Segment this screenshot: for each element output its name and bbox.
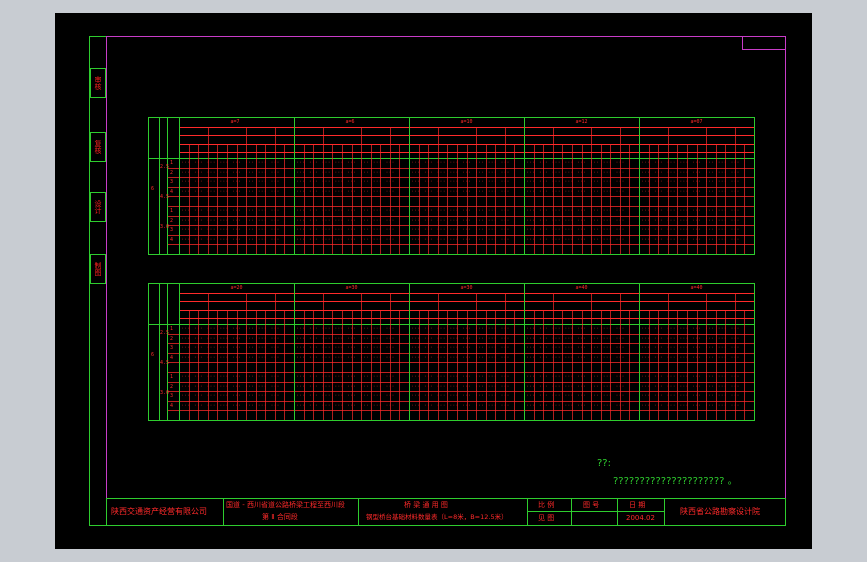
drawing-title-1: 桥 梁 通 用 图 <box>404 501 448 509</box>
side-tab-review: 审核 <box>90 68 106 98</box>
row-index: 3 <box>170 227 174 234</box>
side-tab-draft: 制图 <box>90 254 106 284</box>
material-table-lower: 6 2.5 4.5 3.0 1 2 3 4 1 2 3 4 a=20 ··· ··· ··· ··· ··· ···… <box>148 283 755 421</box>
left-label: 2.5 <box>160 330 170 336</box>
span-header: a=07 <box>690 119 703 125</box>
row-index: 4 <box>170 188 174 195</box>
side-tab-check: 复核 <box>90 132 106 162</box>
side-tab-design: 设计 <box>90 192 106 222</box>
left-label: 4.5 <box>160 360 170 366</box>
span-header: a=12 <box>575 119 588 125</box>
scale-label: 比 例 <box>538 501 555 509</box>
span-header: a=30 <box>345 285 358 291</box>
row-index: 1 <box>170 374 174 380</box>
span-header: a=20 <box>230 285 243 291</box>
row-index: 3 <box>170 393 174 400</box>
row-index: 4 <box>170 354 174 361</box>
side-value: 6 <box>151 352 155 358</box>
row-index: 2 <box>170 383 174 390</box>
drawing-title-2: 钢型桥台基础材料数量表（L=8米，B=12.5米） <box>366 513 508 521</box>
date-value: 2004.02 <box>626 514 655 522</box>
left-label: 3.0 <box>160 224 170 230</box>
row-index: 1 <box>170 326 174 332</box>
span-header: a=6 <box>345 119 355 125</box>
row-index: 4 <box>170 236 174 243</box>
inner-frame <box>106 36 786 526</box>
span-header: a=30 <box>460 285 473 291</box>
side-value: 6 <box>151 186 155 192</box>
designer-name: 陕西省公路勘察设计院 <box>680 507 760 516</box>
scale-value: 见 图 <box>538 514 555 522</box>
sheet-label: 图 号 <box>583 501 600 509</box>
left-label: 4.5 <box>160 194 170 200</box>
span-header: a=40 <box>690 285 703 291</box>
row-index: 2 <box>170 217 174 224</box>
span-header: a=10 <box>460 119 473 125</box>
row-index: 4 <box>170 402 174 409</box>
row-index: 3 <box>170 179 174 186</box>
span-header: a=40 <box>575 285 588 291</box>
row-index: 3 <box>170 345 174 352</box>
company-name: 陕西交通资产经营有限公司 <box>111 507 207 516</box>
material-table-upper: 6 2.5 4.5 3.0 1 2 3 4 1 2 3 4 a=7 ··· ··· ··· ··· ··· ··· ·… <box>148 117 755 255</box>
note-heading: ??: <box>597 458 611 469</box>
row-index: 1 <box>170 208 174 214</box>
row-index: 1 <box>170 160 174 166</box>
left-label: 2.5 <box>160 164 170 170</box>
row-index: 2 <box>170 335 174 342</box>
row-index: 2 <box>170 169 174 176</box>
span-header: a=7 <box>230 119 240 125</box>
project-line-2: 第 Ⅱ 合同段 <box>262 513 298 521</box>
project-line-1: 国道 - 西川省道公路桥梁工程至西川段 <box>226 501 345 509</box>
left-label: 3.0 <box>160 390 170 396</box>
date-label: 日 期 <box>629 501 646 509</box>
corner-mark <box>742 36 786 50</box>
note-text: ????????????????????? 。 <box>613 476 738 487</box>
